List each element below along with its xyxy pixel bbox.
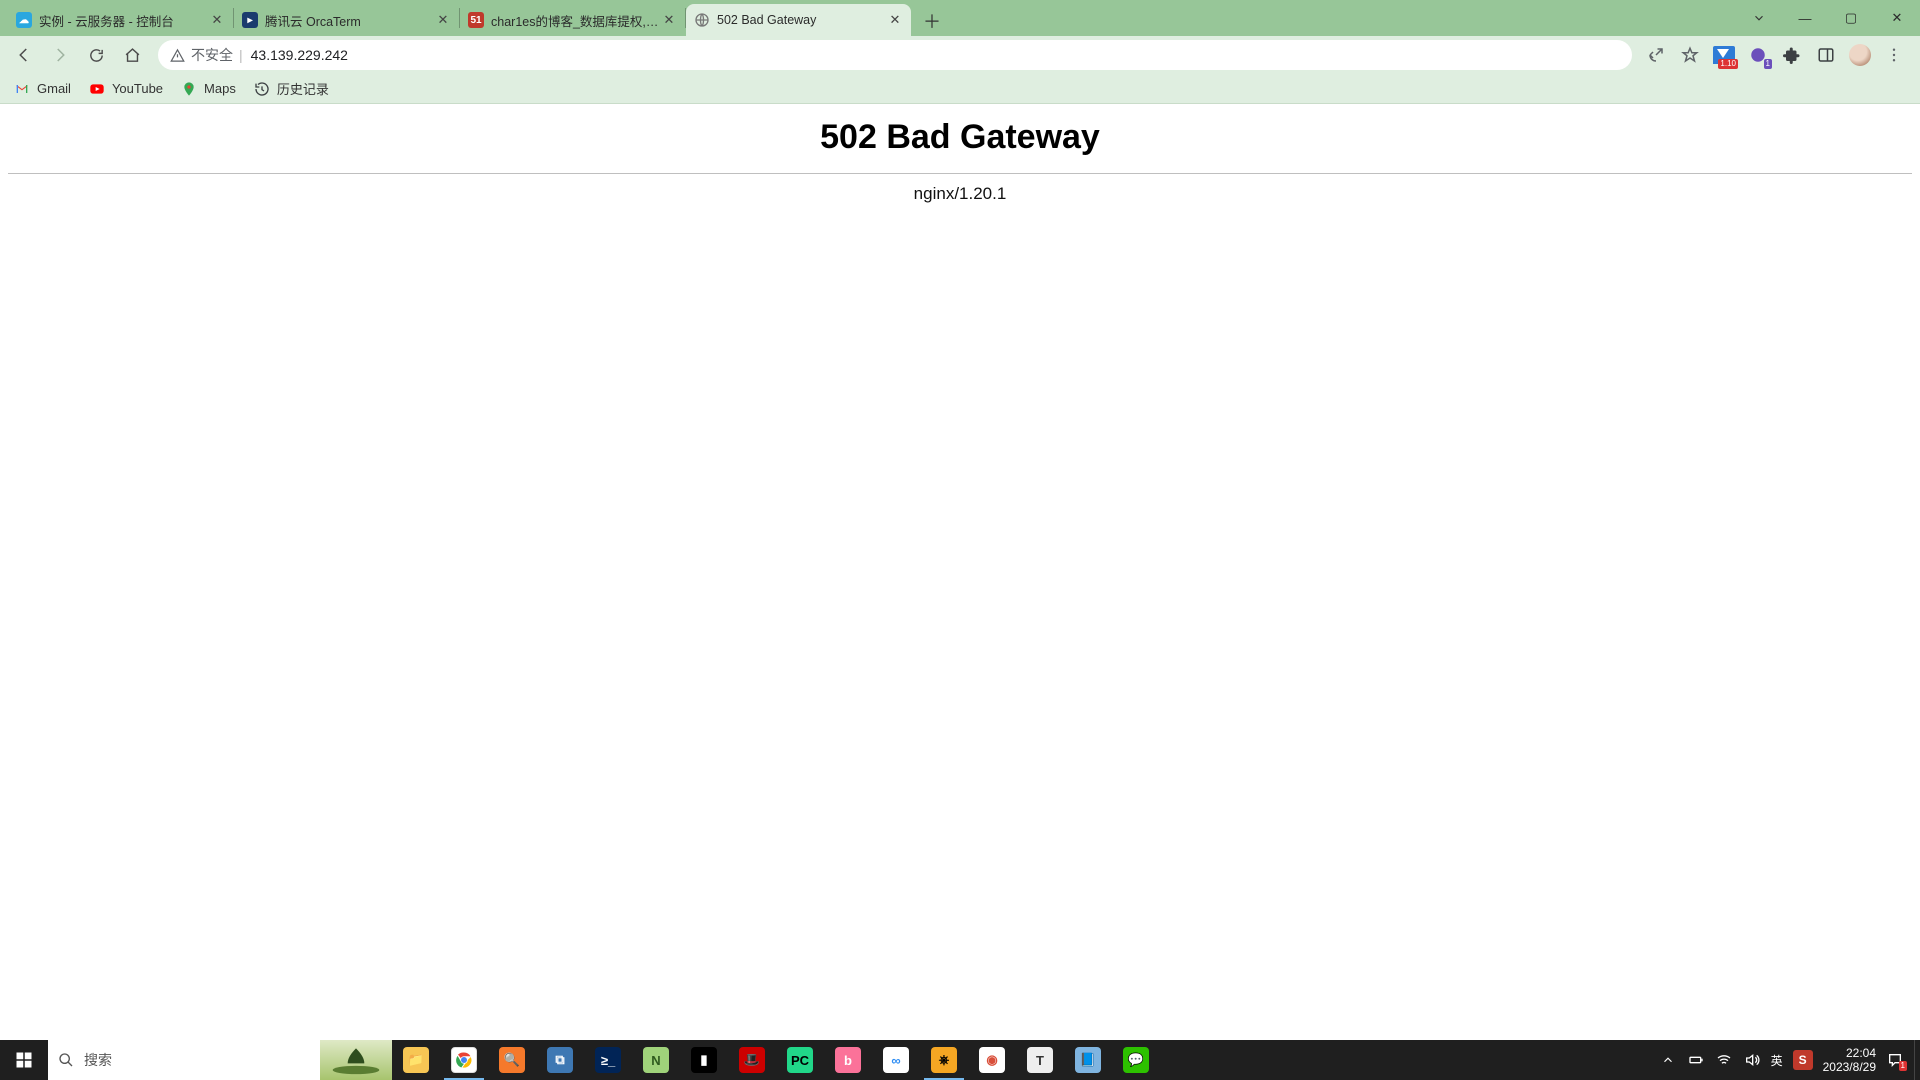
tab-title: 腾讯云 OrcaTerm: [265, 11, 435, 30]
idm-extension-icon[interactable]: 1.10: [1710, 41, 1738, 69]
side-panel-button[interactable]: [1812, 41, 1840, 69]
new-tab-button[interactable]: ＋: [917, 6, 947, 36]
bookmark-gmail[interactable]: Gmail: [14, 81, 71, 97]
bookmark-label: Maps: [204, 81, 236, 96]
omnibox[interactable]: 不安全 | 43.139.229.242: [158, 40, 1632, 70]
app-redhat[interactable]: 🎩: [728, 1040, 776, 1080]
security-indicator[interactable]: 不安全 |: [170, 45, 243, 65]
system-tray: 英 S 22:04 2023/8/29 1: [1649, 1040, 1914, 1080]
app-bilibili[interactable]: b: [824, 1040, 872, 1080]
profile-avatar[interactable]: [1846, 41, 1874, 69]
battery-icon[interactable]: [1687, 1051, 1705, 1069]
bookmark-label: YouTube: [112, 81, 163, 96]
bookmark-youtube[interactable]: YouTube: [89, 81, 163, 97]
home-button[interactable]: [116, 39, 148, 71]
tab-char1es-blog[interactable]: 51 char1es的博客_数据库提权,基本 ✕: [460, 4, 685, 36]
back-button[interactable]: [8, 39, 40, 71]
horizontal-rule: [8, 173, 1912, 174]
app-everything[interactable]: 🔍: [488, 1040, 536, 1080]
windows-taskbar: 搜索 📁 🔍 ⧉ ≥_ N ▮ 🎩 PC b ∞ ⎈ ◉ T 📘 💬: [0, 1040, 1920, 1080]
chrome-menu-button[interactable]: [1880, 41, 1908, 69]
switchyomega-badge: 1: [1764, 59, 1772, 69]
clock-date: 2023/8/29: [1823, 1060, 1876, 1074]
app-todesk[interactable]: ◉: [968, 1040, 1016, 1080]
clock-time: 22:04: [1823, 1046, 1876, 1060]
wallpaper-peek: [320, 1040, 392, 1080]
search-placeholder: 搜索: [84, 1050, 112, 1070]
tab-close-icon[interactable]: ✕: [435, 12, 451, 28]
wifi-icon[interactable]: [1715, 1051, 1733, 1069]
taskbar-clock[interactable]: 22:04 2023/8/29: [1823, 1046, 1876, 1074]
toolbar-right: 1.10 1: [1642, 41, 1912, 69]
gmail-icon: [14, 81, 30, 97]
tray-overflow-icon[interactable]: [1659, 1051, 1677, 1069]
cloud-icon: ☁: [16, 12, 32, 28]
start-button[interactable]: [0, 1040, 48, 1080]
tab-orcaterm[interactable]: ▸ 腾讯云 OrcaTerm ✕: [234, 4, 459, 36]
tab-cloud-console[interactable]: ☁ 实例 - 云服务器 - 控制台 ✕: [8, 4, 233, 36]
app-powershell[interactable]: ≥_: [584, 1040, 632, 1080]
volume-icon[interactable]: [1743, 1051, 1761, 1069]
history-icon: [254, 81, 270, 97]
warning-icon: [170, 48, 185, 63]
tab-title: char1es的博客_数据库提权,基本: [491, 11, 661, 30]
share-button[interactable]: [1642, 41, 1670, 69]
app-file-explorer[interactable]: 📁: [392, 1040, 440, 1080]
app-pycharm[interactable]: PC: [776, 1040, 824, 1080]
forward-button[interactable]: [44, 39, 76, 71]
tab-close-icon[interactable]: ✕: [209, 12, 225, 28]
app-wechat[interactable]: 💬: [1112, 1040, 1160, 1080]
ime-language[interactable]: 英: [1771, 1052, 1783, 1069]
show-desktop-button[interactable]: [1914, 1040, 1920, 1080]
url-text: 43.139.229.242: [251, 47, 348, 63]
server-signature: nginx/1.20.1: [0, 184, 1920, 204]
browser-frame: ☁ 实例 - 云服务器 - 控制台 ✕ ▸ 腾讯云 OrcaTerm ✕ 51 …: [0, 0, 1920, 104]
toolbar: 不安全 | 43.139.229.242 1.10 1: [0, 36, 1920, 74]
app-chrome[interactable]: [440, 1040, 488, 1080]
app-baidu-netdisk[interactable]: ∞: [872, 1040, 920, 1080]
switchyomega-extension-icon[interactable]: 1: [1744, 41, 1772, 69]
security-text: 不安全: [191, 45, 233, 65]
bookmark-label: Gmail: [37, 81, 71, 96]
taskbar-apps: 📁 🔍 ⧉ ≥_ N ▮ 🎩 PC b ∞ ⎈ ◉ T 📘 💬: [392, 1040, 1160, 1080]
idm-badge: 1.10: [1718, 59, 1738, 69]
tab-title: 实例 - 云服务器 - 控制台: [39, 11, 209, 30]
youtube-icon: [89, 81, 105, 97]
tab-title: 502 Bad Gateway: [717, 13, 887, 27]
tab-close-icon[interactable]: ✕: [887, 12, 903, 28]
app-terminal[interactable]: ▮: [680, 1040, 728, 1080]
reload-button[interactable]: [80, 39, 112, 71]
globe-icon: [694, 12, 710, 28]
app-typora[interactable]: T: [1016, 1040, 1064, 1080]
close-window-button[interactable]: ✕: [1874, 0, 1920, 36]
page-content: 502 Bad Gateway nginx/1.20.1: [0, 104, 1920, 1040]
bookmark-maps[interactable]: Maps: [181, 81, 236, 97]
bookmarks-bar: Gmail YouTube Maps 历史记录: [0, 74, 1920, 104]
tab-strip: ☁ 实例 - 云服务器 - 控制台 ✕ ▸ 腾讯云 OrcaTerm ✕ 51 …: [0, 0, 1920, 36]
app-burp[interactable]: ⎈: [920, 1040, 968, 1080]
maximize-button[interactable]: ▢: [1828, 0, 1874, 36]
bookmark-history[interactable]: 历史记录: [254, 79, 329, 98]
app-notes[interactable]: 📘: [1064, 1040, 1112, 1080]
action-center-icon[interactable]: 1: [1886, 1051, 1904, 1069]
tab-close-icon[interactable]: ✕: [661, 12, 677, 28]
app-vmware[interactable]: ⧉: [536, 1040, 584, 1080]
taskbar-search[interactable]: 搜索: [48, 1040, 320, 1080]
notification-badge: 1: [1899, 1061, 1907, 1071]
search-tabs-button[interactable]: [1736, 0, 1782, 36]
maps-icon: [181, 81, 197, 97]
search-icon: [58, 1052, 74, 1068]
51-icon: 51: [468, 12, 484, 28]
bookmark-label: 历史记录: [277, 79, 329, 98]
bookmark-star-button[interactable]: [1676, 41, 1704, 69]
ime-indicator[interactable]: S: [1793, 1050, 1813, 1070]
tab-502[interactable]: 502 Bad Gateway ✕: [686, 4, 911, 36]
divider: |: [239, 47, 243, 63]
error-heading: 502 Bad Gateway: [0, 118, 1920, 157]
terminal-icon: ▸: [242, 12, 258, 28]
extensions-button[interactable]: [1778, 41, 1806, 69]
window-controls: — ▢ ✕: [1736, 0, 1920, 36]
app-notepadpp[interactable]: N: [632, 1040, 680, 1080]
minimize-button[interactable]: —: [1782, 0, 1828, 36]
